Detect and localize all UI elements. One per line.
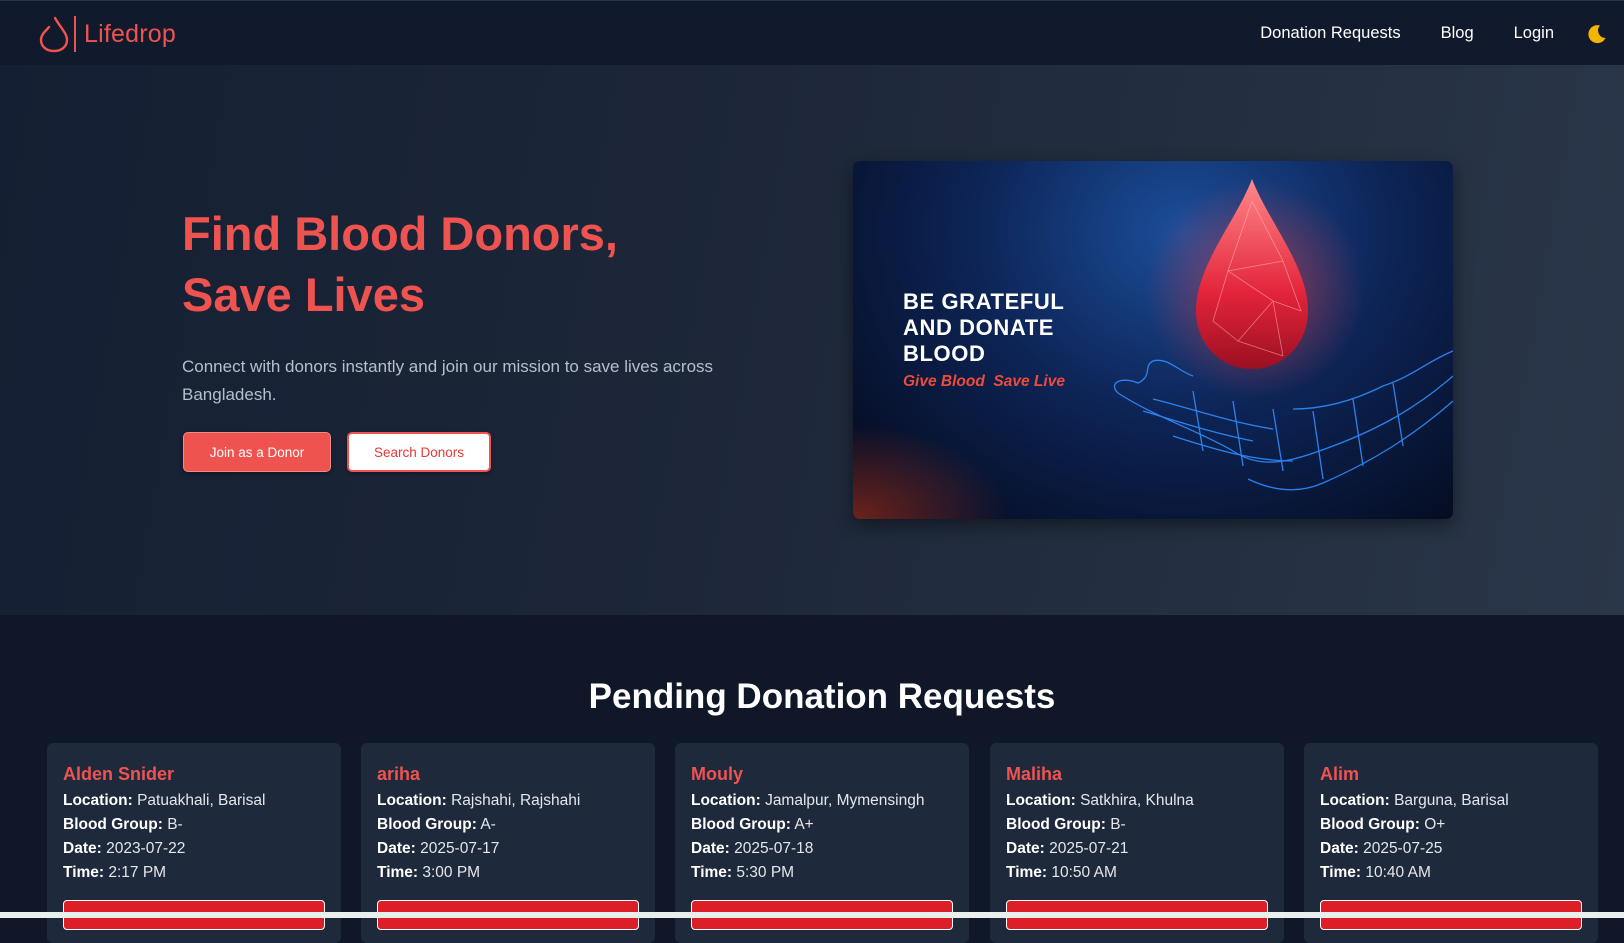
time-row: Time: 3:00 PM xyxy=(377,861,639,885)
date-value: 2025-07-21 xyxy=(1049,840,1129,857)
banner-headline: BE GRATEFUL AND DONATE BLOOD xyxy=(903,289,1103,367)
logo-divider xyxy=(74,16,76,52)
location-row: Location: Patuakhali, Barisal xyxy=(63,789,325,813)
theme-toggle-button[interactable] xyxy=(1586,23,1608,45)
date-value: 2025-07-25 xyxy=(1363,840,1443,857)
hero-banner-image: BE GRATEFUL AND DONATE BLOOD Give Blood … xyxy=(853,161,1453,519)
date-value: 2025-07-17 xyxy=(420,840,500,857)
requester-name: Alden Snider xyxy=(63,764,175,784)
nav-login[interactable]: Login xyxy=(1514,24,1554,43)
time-label: Time: xyxy=(1006,864,1048,881)
banner-headline-line2: AND DONATE xyxy=(903,315,1055,340)
banner-tagline: Give Blood Save Live xyxy=(903,373,1065,390)
date-row: Date: 2025-07-17 xyxy=(377,837,639,861)
hero-title-line1: Find Blood Donors, xyxy=(182,207,618,260)
time-value: 3:00 PM xyxy=(422,864,481,881)
blood-drop-logo-icon xyxy=(39,16,69,53)
blood-group-row: Blood Group: A+ xyxy=(691,813,953,837)
location-value: Barguna, Barisal xyxy=(1394,792,1509,809)
time-label: Time: xyxy=(377,864,419,881)
blood-group-value: A+ xyxy=(794,816,814,833)
date-label: Date: xyxy=(63,840,102,857)
location-row: Location: Jamalpur, Mymensingh xyxy=(691,789,953,813)
hero-title-line2: Save Lives xyxy=(182,268,426,321)
blood-group-value: O+ xyxy=(1424,816,1446,833)
date-label: Date: xyxy=(1006,840,1045,857)
blood-group-row: Blood Group: O+ xyxy=(1320,813,1582,837)
blood-group-label: Blood Group: xyxy=(377,816,477,833)
requester-name: ariha xyxy=(377,764,421,784)
hero-section: Find Blood Donors, Save Lives Connect wi… xyxy=(0,65,1624,615)
location-row: Location: Barguna, Barisal xyxy=(1320,789,1582,813)
blood-group-label: Blood Group: xyxy=(691,816,791,833)
brand-logo[interactable]: Lifedrop xyxy=(38,15,176,53)
time-row: Time: 10:40 AM xyxy=(1320,861,1582,885)
top-navbar: Lifedrop Donation Requests Blog Login xyxy=(0,0,1624,65)
join-as-donor-button[interactable]: Join as a Donor xyxy=(183,432,331,472)
time-row: Time: 2:17 PM xyxy=(63,861,325,885)
brand-name: Lifedrop xyxy=(84,19,176,48)
pending-requests-title: Pending Donation Requests xyxy=(588,677,1056,716)
time-value: 10:50 AM xyxy=(1051,864,1117,881)
blood-group-value: B- xyxy=(167,816,183,833)
location-value: Jamalpur, Mymensingh xyxy=(765,792,925,809)
location-label: Location: xyxy=(63,792,133,809)
blood-group-value: B- xyxy=(1110,816,1126,833)
time-label: Time: xyxy=(63,864,105,881)
location-row: Location: Rajshahi, Rajshahi xyxy=(377,789,639,813)
banner-headline-line1: BE GRATEFUL xyxy=(903,289,1065,314)
location-value: Satkhira, Khulna xyxy=(1080,792,1194,809)
location-label: Location: xyxy=(377,792,447,809)
date-row: Date: 2023-07-22 xyxy=(63,837,325,861)
blood-group-row: Blood Group: B- xyxy=(1006,813,1268,837)
requester-name: Maliha xyxy=(1006,764,1063,784)
search-donors-button[interactable]: Search Donors xyxy=(347,432,491,472)
date-row: Date: 2025-07-25 xyxy=(1320,837,1582,861)
location-value: Rajshahi, Rajshahi xyxy=(451,792,581,809)
blood-group-label: Blood Group: xyxy=(1006,816,1106,833)
requester-name: Alim xyxy=(1320,764,1360,784)
time-row: Time: 10:50 AM xyxy=(1006,861,1268,885)
date-label: Date: xyxy=(691,840,730,857)
main-nav: Donation Requests Blog Login xyxy=(1260,1,1624,66)
time-label: Time: xyxy=(1320,864,1362,881)
time-value: 2:17 PM xyxy=(108,864,167,881)
date-value: 2023-07-22 xyxy=(106,840,186,857)
location-value: Patuakhali, Barisal xyxy=(137,792,266,809)
time-row: Time: 5:30 PM xyxy=(691,861,953,885)
time-label: Time: xyxy=(691,864,733,881)
date-row: Date: 2025-07-21 xyxy=(1006,837,1268,861)
hero-subtitle: Connect with donors instantly and join o… xyxy=(182,357,714,404)
location-label: Location: xyxy=(1006,792,1076,809)
banner-headline-line3: BLOOD xyxy=(903,341,986,366)
nav-blog[interactable]: Blog xyxy=(1441,24,1474,43)
blood-group-value: A- xyxy=(480,816,496,833)
blood-group-row: Blood Group: A- xyxy=(377,813,639,837)
moon-icon xyxy=(1588,24,1606,43)
location-label: Location: xyxy=(1320,792,1390,809)
date-row: Date: 2025-07-18 xyxy=(691,837,953,861)
blood-group-row: Blood Group: B- xyxy=(63,813,325,837)
date-label: Date: xyxy=(377,840,416,857)
blood-group-label: Blood Group: xyxy=(63,816,163,833)
viewport-bottom-edge xyxy=(0,912,1624,918)
time-value: 5:30 PM xyxy=(736,864,795,881)
date-value: 2025-07-18 xyxy=(734,840,814,857)
date-label: Date: xyxy=(1320,840,1359,857)
hero-title: Find Blood Donors, Save Lives xyxy=(182,203,782,325)
nav-donation-requests[interactable]: Donation Requests xyxy=(1260,24,1400,43)
location-label: Location: xyxy=(691,792,761,809)
blood-group-label: Blood Group: xyxy=(1320,816,1420,833)
time-value: 10:40 AM xyxy=(1365,864,1431,881)
location-row: Location: Satkhira, Khulna xyxy=(1006,789,1268,813)
requester-name: Mouly xyxy=(691,764,743,784)
